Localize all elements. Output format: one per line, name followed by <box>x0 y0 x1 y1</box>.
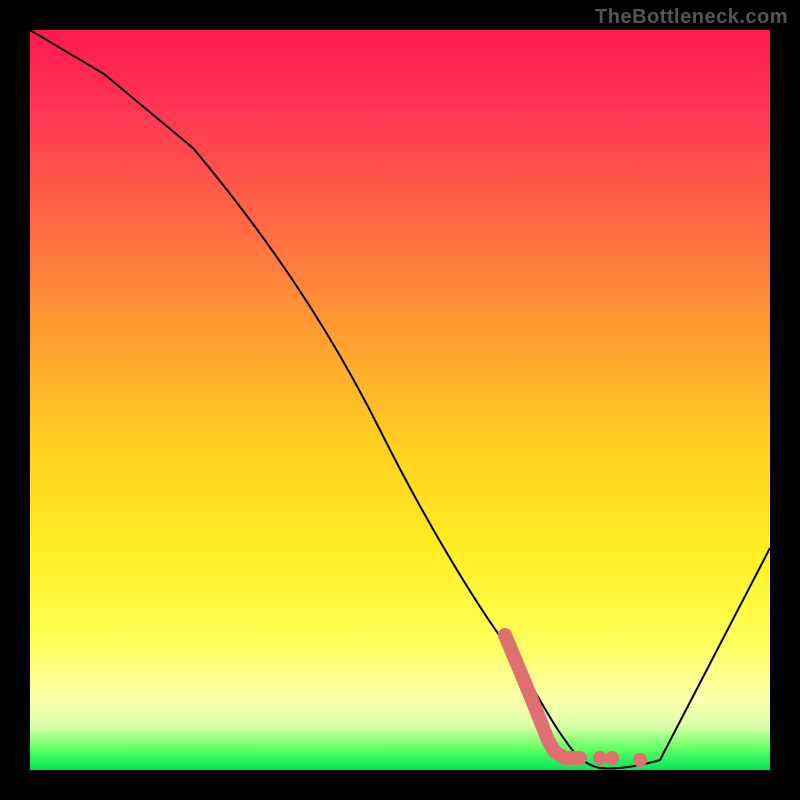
bottleneck-curve <box>30 30 770 769</box>
watermark-text: TheBottleneck.com <box>595 6 788 29</box>
highlight-dot <box>633 753 647 767</box>
highlight-dot <box>605 751 619 765</box>
highlight-stroke <box>505 635 580 758</box>
chart-svg <box>30 30 770 770</box>
plot-area <box>30 30 770 770</box>
highlight-dot <box>593 751 607 765</box>
